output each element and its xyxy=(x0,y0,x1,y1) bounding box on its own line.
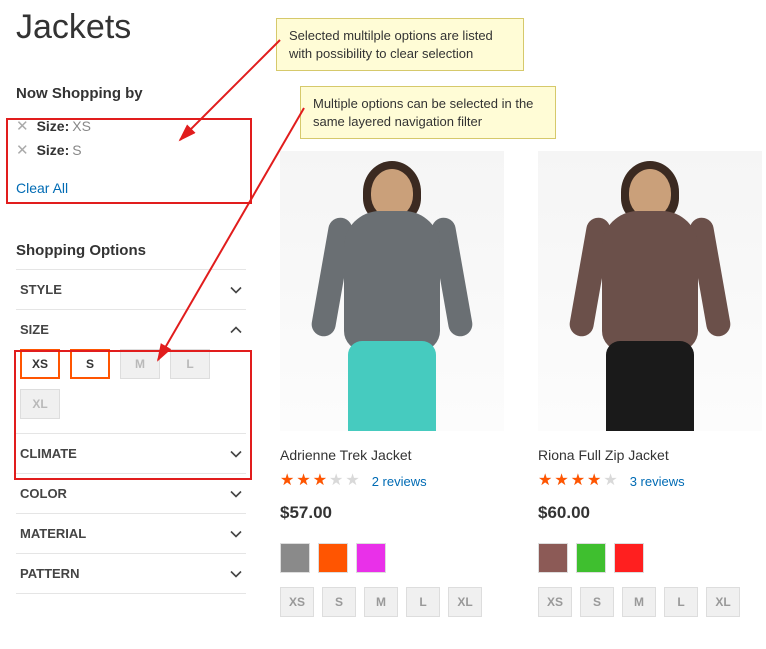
size-swatch[interactable]: M xyxy=(622,587,656,617)
close-icon[interactable]: ✕ xyxy=(16,143,29,158)
filter-label: Size: xyxy=(37,142,70,158)
close-icon[interactable]: ✕ xyxy=(16,119,29,134)
product-name[interactable]: Adrienne Trek Jacket xyxy=(280,447,504,463)
size-swatch[interactable]: XL xyxy=(448,587,482,617)
reviews-link[interactable]: 3 reviews xyxy=(630,474,685,489)
color-swatches xyxy=(280,543,504,573)
size-swatch[interactable]: XS xyxy=(280,587,314,617)
rating-stars: ★★★★★★★★★★ xyxy=(280,473,362,489)
color-swatch[interactable] xyxy=(318,543,348,573)
filter-name: STYLE xyxy=(20,282,62,297)
product-name[interactable]: Riona Full Zip Jacket xyxy=(538,447,762,463)
filter-head-style[interactable]: STYLE xyxy=(16,270,246,309)
filter-head-climate[interactable]: CLIMATE xyxy=(16,434,246,473)
reviews-link[interactable]: 2 reviews xyxy=(372,474,427,489)
size-option-l[interactable]: L xyxy=(170,349,210,379)
size-swatch[interactable]: XS xyxy=(538,587,572,617)
product-card[interactable]: Riona Full Zip Jacket ★★★★★★★★★★ 3 revie… xyxy=(538,151,762,617)
filter-style: STYLE xyxy=(16,269,246,309)
filter-material: MATERIAL xyxy=(16,513,246,553)
size-swatches: XS S M L XL xyxy=(20,349,242,419)
filter-name: MATERIAL xyxy=(20,526,86,541)
chevron-up-icon xyxy=(230,324,242,336)
filter-head-color[interactable]: COLOR xyxy=(16,474,246,513)
filter-head-pattern[interactable]: PATTERN xyxy=(16,554,246,593)
chevron-down-icon xyxy=(230,568,242,580)
filter-pattern: PATTERN xyxy=(16,553,246,594)
size-swatch[interactable]: L xyxy=(406,587,440,617)
now-shopping-by-block: Now Shopping by ✕ Size:XS ✕ Size:S Clear… xyxy=(16,85,246,204)
size-swatch[interactable]: M xyxy=(364,587,398,617)
clear-all-link[interactable]: Clear All xyxy=(16,180,68,196)
rating-stars: ★★★★★★★★★★ xyxy=(538,473,620,489)
product-image[interactable] xyxy=(280,151,504,431)
size-option-m[interactable]: M xyxy=(120,349,160,379)
filter-size: SIZE XS S M L XL xyxy=(16,309,246,433)
size-swatches: XS S M L XL xyxy=(280,587,504,617)
filter-value: S xyxy=(72,142,81,158)
filter-name: SIZE xyxy=(20,322,49,337)
size-swatches: XS S M L XL xyxy=(538,587,762,617)
size-option-xl[interactable]: XL xyxy=(20,389,60,419)
shopping-options-title: Shopping Options xyxy=(16,242,246,259)
chevron-down-icon xyxy=(230,448,242,460)
filter-head-material[interactable]: MATERIAL xyxy=(16,514,246,553)
size-swatch[interactable]: XL xyxy=(706,587,740,617)
active-filter: ✕ Size:XS xyxy=(16,118,246,134)
now-shopping-by-title: Now Shopping by xyxy=(16,85,246,102)
product-grid: Adrienne Trek Jacket ★★★★★★★★★★ 2 review… xyxy=(280,85,762,617)
size-swatch[interactable]: S xyxy=(322,587,356,617)
size-swatch[interactable]: L xyxy=(664,587,698,617)
size-option-s[interactable]: S xyxy=(70,349,110,379)
product-card[interactable]: Adrienne Trek Jacket ★★★★★★★★★★ 2 review… xyxy=(280,151,504,617)
size-swatch[interactable]: S xyxy=(580,587,614,617)
color-swatch[interactable] xyxy=(356,543,386,573)
product-price: $60.00 xyxy=(538,503,762,523)
chevron-down-icon xyxy=(230,488,242,500)
color-swatch[interactable] xyxy=(538,543,568,573)
chevron-down-icon xyxy=(230,284,242,296)
chevron-down-icon xyxy=(230,528,242,540)
filter-name: COLOR xyxy=(20,486,67,501)
color-swatch[interactable] xyxy=(614,543,644,573)
color-swatches xyxy=(538,543,762,573)
sidebar: Now Shopping by ✕ Size:XS ✕ Size:S Clear… xyxy=(16,85,246,617)
color-swatch[interactable] xyxy=(576,543,606,573)
filter-color: COLOR xyxy=(16,473,246,513)
filter-value: XS xyxy=(72,118,91,134)
filter-head-size[interactable]: SIZE xyxy=(16,310,246,349)
active-filter: ✕ Size:S xyxy=(16,142,246,158)
filter-label: Size: xyxy=(37,118,70,134)
product-price: $57.00 xyxy=(280,503,504,523)
color-swatch[interactable] xyxy=(280,543,310,573)
annotation-callout: Multiple options can be selected in the … xyxy=(300,86,556,139)
filter-name: CLIMATE xyxy=(20,446,77,461)
filter-climate: CLIMATE xyxy=(16,433,246,473)
annotation-callout: Selected multilple options are listed wi… xyxy=(276,18,524,71)
product-image[interactable] xyxy=(538,151,762,431)
filter-name: PATTERN xyxy=(20,566,79,581)
size-option-xs[interactable]: XS xyxy=(20,349,60,379)
